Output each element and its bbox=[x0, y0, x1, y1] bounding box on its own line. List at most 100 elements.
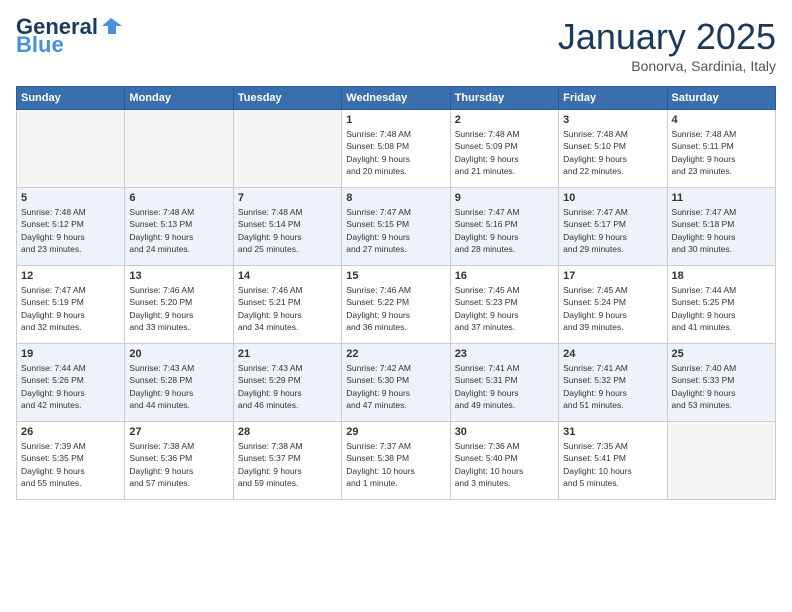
page: General Blue January 2025 Bonorva, Sardi… bbox=[0, 0, 792, 612]
day-info: Sunrise: 7:38 AM Sunset: 5:36 PM Dayligh… bbox=[129, 440, 228, 489]
calendar-cell: 7 Sunrise: 7:48 AM Sunset: 5:14 PM Daylig… bbox=[233, 188, 341, 266]
weekday-header: Tuesday bbox=[233, 87, 341, 110]
calendar-cell: 19 Sunrise: 7:44 AM Sunset: 5:26 PM Dayli… bbox=[17, 344, 125, 422]
calendar-cell: 6 Sunrise: 7:48 AM Sunset: 5:13 PM Daylig… bbox=[125, 188, 233, 266]
day-info: Sunrise: 7:48 AM Sunset: 5:13 PM Dayligh… bbox=[129, 206, 228, 255]
day-number: 25 bbox=[672, 348, 771, 360]
day-info: Sunrise: 7:47 AM Sunset: 5:18 PM Dayligh… bbox=[672, 206, 771, 255]
calendar-cell: 31 Sunrise: 7:35 AM Sunset: 5:41 PM Dayli… bbox=[559, 422, 667, 500]
day-info: Sunrise: 7:44 AM Sunset: 5:26 PM Dayligh… bbox=[21, 362, 120, 411]
day-number: 8 bbox=[346, 192, 445, 204]
day-number: 26 bbox=[21, 426, 120, 438]
day-number: 2 bbox=[455, 114, 554, 126]
day-info: Sunrise: 7:48 AM Sunset: 5:10 PM Dayligh… bbox=[563, 128, 662, 177]
day-info: Sunrise: 7:48 AM Sunset: 5:14 PM Dayligh… bbox=[238, 206, 337, 255]
day-number: 23 bbox=[455, 348, 554, 360]
calendar-cell: 12 Sunrise: 7:47 AM Sunset: 5:19 PM Dayli… bbox=[17, 266, 125, 344]
header: General Blue January 2025 Bonorva, Sardi… bbox=[16, 16, 776, 74]
calendar-cell: 15 Sunrise: 7:46 AM Sunset: 5:22 PM Dayli… bbox=[342, 266, 450, 344]
day-number: 7 bbox=[238, 192, 337, 204]
weekday-header-row: SundayMondayTuesdayWednesdayThursdayFrid… bbox=[17, 87, 776, 110]
day-number: 30 bbox=[455, 426, 554, 438]
day-info: Sunrise: 7:36 AM Sunset: 5:40 PM Dayligh… bbox=[455, 440, 554, 489]
calendar-week-row: 1Sunrise: 7:48 AM Sunset: 5:08 PM Daylig… bbox=[17, 110, 776, 188]
day-number: 21 bbox=[238, 348, 337, 360]
calendar-week-row: 5 Sunrise: 7:48 AM Sunset: 5:12 PM Daylig… bbox=[17, 188, 776, 266]
day-info: Sunrise: 7:47 AM Sunset: 5:17 PM Dayligh… bbox=[563, 206, 662, 255]
calendar-cell bbox=[233, 110, 341, 188]
calendar-cell: 8Sunrise: 7:47 AM Sunset: 5:15 PM Daylig… bbox=[342, 188, 450, 266]
day-info: Sunrise: 7:39 AM Sunset: 5:35 PM Dayligh… bbox=[21, 440, 120, 489]
calendar-cell: 14Sunrise: 7:46 AM Sunset: 5:21 PM Dayli… bbox=[233, 266, 341, 344]
calendar-cell: 13Sunrise: 7:46 AM Sunset: 5:20 PM Dayli… bbox=[125, 266, 233, 344]
day-number: 24 bbox=[563, 348, 662, 360]
calendar-week-row: 19 Sunrise: 7:44 AM Sunset: 5:26 PM Dayli… bbox=[17, 344, 776, 422]
calendar-cell bbox=[17, 110, 125, 188]
calendar-cell: 4 Sunrise: 7:48 AM Sunset: 5:11 PM Daylig… bbox=[667, 110, 775, 188]
calendar-cell: 25 Sunrise: 7:40 AM Sunset: 5:33 PM Dayli… bbox=[667, 344, 775, 422]
logo: General Blue bbox=[16, 16, 122, 56]
calendar-cell bbox=[125, 110, 233, 188]
calendar-cell: 3 Sunrise: 7:48 AM Sunset: 5:10 PM Daylig… bbox=[559, 110, 667, 188]
day-number: 28 bbox=[238, 426, 337, 438]
day-info: Sunrise: 7:46 AM Sunset: 5:21 PM Dayligh… bbox=[238, 284, 337, 333]
day-number: 12 bbox=[21, 270, 120, 282]
day-info: Sunrise: 7:43 AM Sunset: 5:28 PM Dayligh… bbox=[129, 362, 228, 411]
day-info: Sunrise: 7:35 AM Sunset: 5:41 PM Dayligh… bbox=[563, 440, 662, 489]
logo-blue: Blue bbox=[16, 34, 64, 56]
calendar-cell: 22 Sunrise: 7:42 AM Sunset: 5:30 PM Dayli… bbox=[342, 344, 450, 422]
day-info: Sunrise: 7:38 AM Sunset: 5:37 PM Dayligh… bbox=[238, 440, 337, 489]
calendar-cell: 21 Sunrise: 7:43 AM Sunset: 5:29 PM Dayli… bbox=[233, 344, 341, 422]
day-info: Sunrise: 7:48 AM Sunset: 5:09 PM Dayligh… bbox=[455, 128, 554, 177]
day-info: Sunrise: 7:46 AM Sunset: 5:22 PM Dayligh… bbox=[346, 284, 445, 333]
day-info: Sunrise: 7:40 AM Sunset: 5:33 PM Dayligh… bbox=[672, 362, 771, 411]
weekday-header: Sunday bbox=[17, 87, 125, 110]
calendar-cell: 9 Sunrise: 7:47 AM Sunset: 5:16 PM Daylig… bbox=[450, 188, 558, 266]
day-number: 11 bbox=[672, 192, 771, 204]
day-info: Sunrise: 7:48 AM Sunset: 5:12 PM Dayligh… bbox=[21, 206, 120, 255]
day-info: Sunrise: 7:48 AM Sunset: 5:08 PM Dayligh… bbox=[346, 128, 445, 177]
day-info: Sunrise: 7:42 AM Sunset: 5:30 PM Dayligh… bbox=[346, 362, 445, 411]
calendar-cell: 1Sunrise: 7:48 AM Sunset: 5:08 PM Daylig… bbox=[342, 110, 450, 188]
weekday-header: Thursday bbox=[450, 87, 558, 110]
day-info: Sunrise: 7:37 AM Sunset: 5:38 PM Dayligh… bbox=[346, 440, 445, 489]
day-number: 19 bbox=[21, 348, 120, 360]
day-number: 31 bbox=[563, 426, 662, 438]
day-info: Sunrise: 7:48 AM Sunset: 5:11 PM Dayligh… bbox=[672, 128, 771, 177]
calendar-cell: 11 Sunrise: 7:47 AM Sunset: 5:18 PM Dayli… bbox=[667, 188, 775, 266]
calendar-cell: 18Sunrise: 7:44 AM Sunset: 5:25 PM Dayli… bbox=[667, 266, 775, 344]
calendar-cell: 20 Sunrise: 7:43 AM Sunset: 5:28 PM Dayli… bbox=[125, 344, 233, 422]
calendar-cell: 29Sunrise: 7:37 AM Sunset: 5:38 PM Dayli… bbox=[342, 422, 450, 500]
day-info: Sunrise: 7:41 AM Sunset: 5:32 PM Dayligh… bbox=[563, 362, 662, 411]
day-info: Sunrise: 7:45 AM Sunset: 5:23 PM Dayligh… bbox=[455, 284, 554, 333]
title-block: January 2025 Bonorva, Sardinia, Italy bbox=[558, 16, 776, 74]
day-number: 9 bbox=[455, 192, 554, 204]
calendar-cell bbox=[667, 422, 775, 500]
calendar-week-row: 26 Sunrise: 7:39 AM Sunset: 5:35 PM Dayli… bbox=[17, 422, 776, 500]
calendar-cell: 27Sunrise: 7:38 AM Sunset: 5:36 PM Dayli… bbox=[125, 422, 233, 500]
day-number: 22 bbox=[346, 348, 445, 360]
day-info: Sunrise: 7:47 AM Sunset: 5:16 PM Dayligh… bbox=[455, 206, 554, 255]
day-number: 3 bbox=[563, 114, 662, 126]
calendar-cell: 17Sunrise: 7:45 AM Sunset: 5:24 PM Dayli… bbox=[559, 266, 667, 344]
calendar-cell: 2 Sunrise: 7:48 AM Sunset: 5:09 PM Daylig… bbox=[450, 110, 558, 188]
day-number: 17 bbox=[563, 270, 662, 282]
month-title: January 2025 bbox=[558, 16, 776, 58]
day-info: Sunrise: 7:43 AM Sunset: 5:29 PM Dayligh… bbox=[238, 362, 337, 411]
calendar-cell: 23Sunrise: 7:41 AM Sunset: 5:31 PM Dayli… bbox=[450, 344, 558, 422]
logo-bird-icon bbox=[100, 16, 122, 38]
day-number: 16 bbox=[455, 270, 554, 282]
calendar-cell: 5 Sunrise: 7:48 AM Sunset: 5:12 PM Daylig… bbox=[17, 188, 125, 266]
calendar-cell: 10Sunrise: 7:47 AM Sunset: 5:17 PM Dayli… bbox=[559, 188, 667, 266]
calendar-cell: 16 Sunrise: 7:45 AM Sunset: 5:23 PM Dayli… bbox=[450, 266, 558, 344]
day-number: 13 bbox=[129, 270, 228, 282]
location-subtitle: Bonorva, Sardinia, Italy bbox=[558, 58, 776, 74]
weekday-header: Monday bbox=[125, 87, 233, 110]
day-number: 6 bbox=[129, 192, 228, 204]
day-number: 4 bbox=[672, 114, 771, 126]
day-info: Sunrise: 7:47 AM Sunset: 5:19 PM Dayligh… bbox=[21, 284, 120, 333]
day-number: 15 bbox=[346, 270, 445, 282]
day-number: 20 bbox=[129, 348, 228, 360]
weekday-header: Friday bbox=[559, 87, 667, 110]
day-number: 5 bbox=[21, 192, 120, 204]
